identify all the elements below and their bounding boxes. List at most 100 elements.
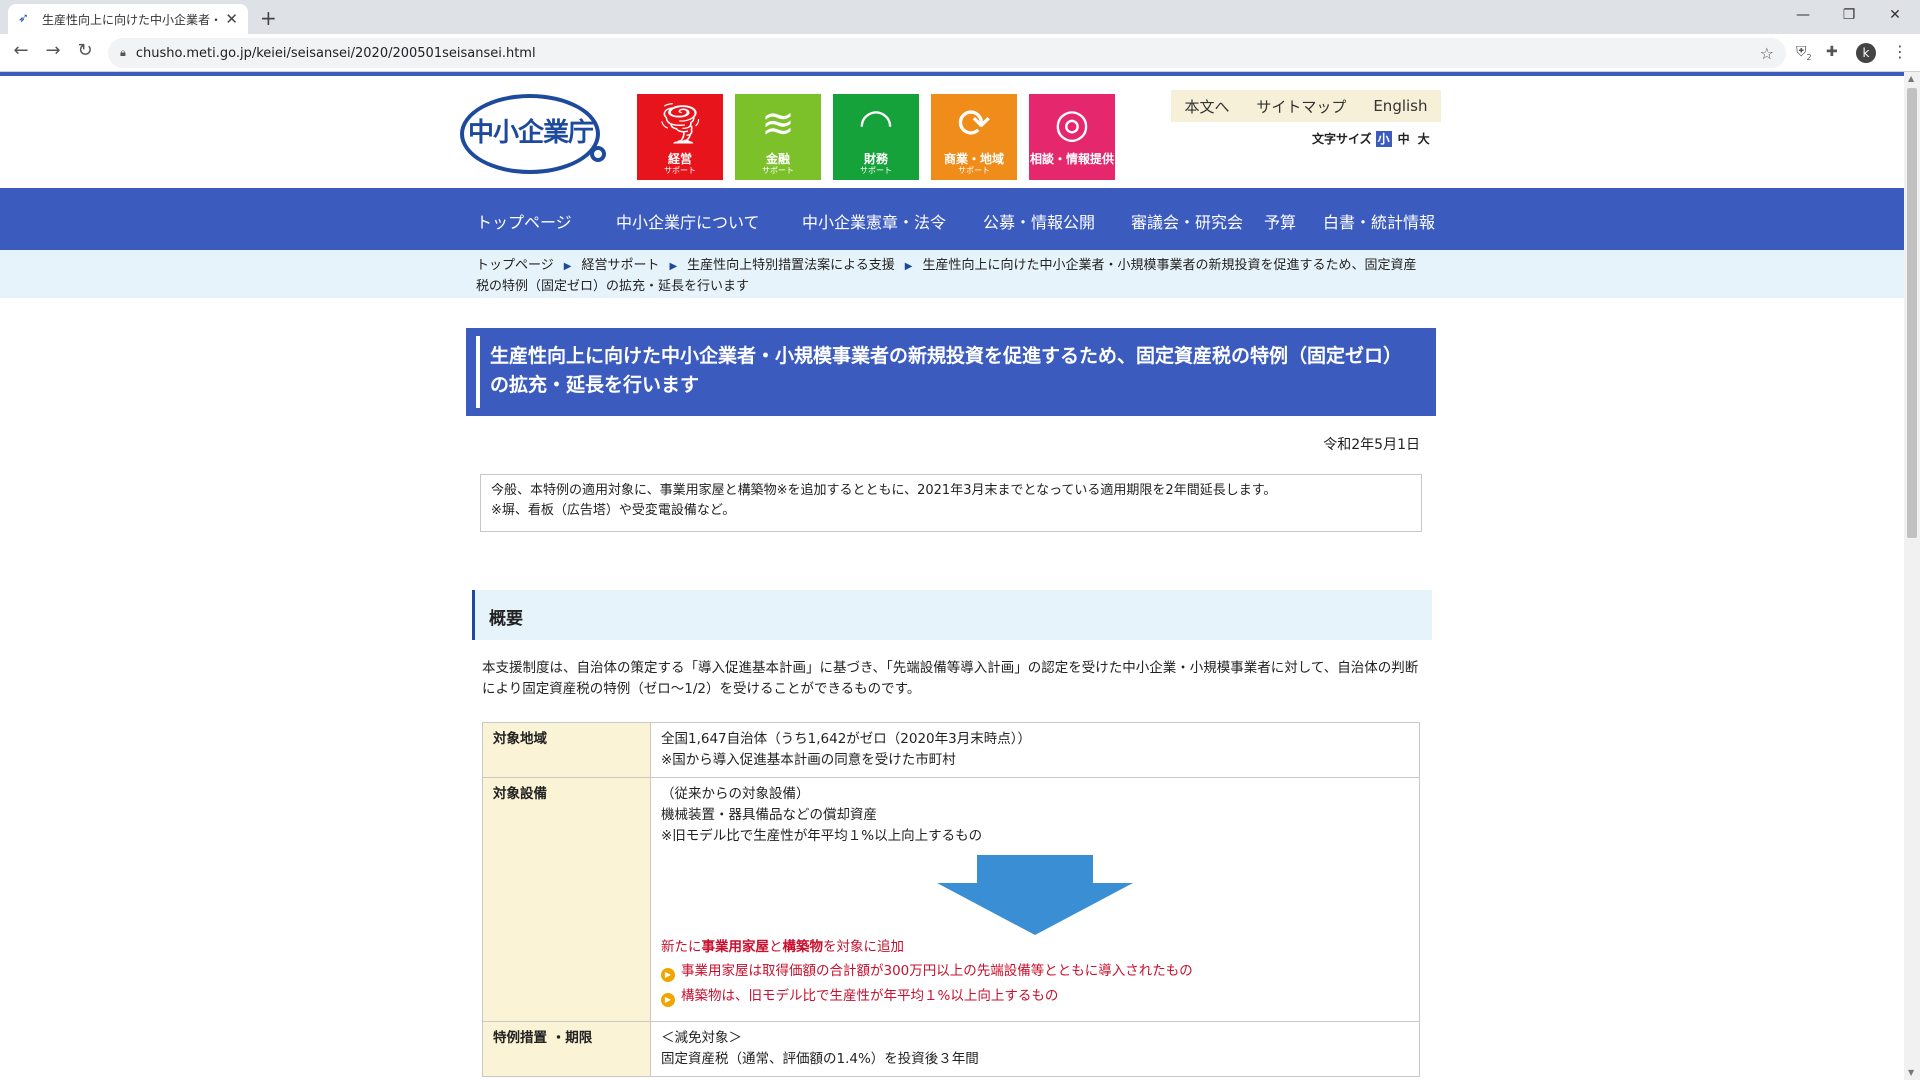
ripple-icon: ≋ bbox=[761, 101, 795, 147]
nav-charter-laws[interactable]: 中小企業憲章・法令 bbox=[802, 209, 946, 233]
tile-shogyo-support[interactable]: ⟳ 商業・地域 サポート bbox=[931, 94, 1017, 180]
text-fragment: と bbox=[769, 939, 783, 955]
font-size-medium[interactable]: 中 bbox=[1396, 131, 1412, 147]
font-size-label: 文字サイズ bbox=[1312, 132, 1372, 146]
url-input[interactable]: 🔒︎ chusho.meti.go.jp/keiei/seisansei/202… bbox=[108, 38, 1786, 68]
text-fragment: 新たに bbox=[661, 939, 702, 955]
row-cell: （従来からの対象設備） 機械装置・器具備品などの償却資産 ※旧モデル比で生産性が… bbox=[650, 777, 1420, 1022]
back-icon[interactable]: ← bbox=[8, 40, 34, 61]
breadcrumb-separator-icon: ▶ bbox=[563, 261, 572, 272]
logo-text: 中小企業庁 bbox=[468, 118, 594, 148]
scroll-up-icon[interactable]: ▲ bbox=[1908, 74, 1914, 83]
extension-shield-icon[interactable]: ⛨2 bbox=[1796, 44, 1812, 62]
lock-icon[interactable]: 🔒︎ bbox=[120, 46, 126, 60]
text-fragment-bold: 事業用家屋 bbox=[701, 939, 770, 955]
breadcrumb-item[interactable]: トップページ bbox=[476, 258, 554, 273]
close-window-icon[interactable]: ✕ bbox=[1872, 2, 1918, 28]
nav-public-offering[interactable]: 公募・情報公開 bbox=[983, 209, 1095, 233]
new-tab-icon[interactable]: + bbox=[260, 6, 277, 30]
nav-councils[interactable]: 審議会・研究会 bbox=[1131, 209, 1243, 233]
tile-zaimu-support[interactable]: ◠ 財務 サポート bbox=[833, 94, 919, 180]
site-logo[interactable]: 中小企業庁 bbox=[460, 94, 610, 174]
tile-label: 金融 bbox=[765, 152, 790, 166]
close-tab-icon[interactable]: ✕ bbox=[225, 10, 238, 28]
link-english[interactable]: English bbox=[1373, 97, 1427, 115]
row-header: 特例措置 ・期限 bbox=[482, 1021, 651, 1077]
notice-note: ※塀、看板（広告塔）や受変電設備など。 bbox=[491, 503, 736, 518]
url-text: chusho.meti.go.jp/keiei/seisansei/2020/2… bbox=[135, 45, 536, 61]
link-skip-to-content[interactable]: 本文へ bbox=[1184, 96, 1229, 117]
bookmark-star-icon[interactable]: ☆ bbox=[1760, 44, 1774, 63]
down-arrow-graphic bbox=[661, 847, 1409, 937]
table-row: 対象地域 全国1,647自治体（うち1,642がゼロ（2020年3月末時点）） … bbox=[482, 722, 1420, 778]
publish-date: 令和2年5月1日 bbox=[1323, 437, 1420, 453]
page-viewport: 中小企業庁 🌪︎ 経営 サポート ≋ 金融 サポート ◠ 財務 サポート ⟳ 商… bbox=[0, 72, 1904, 1080]
restore-icon[interactable]: ❐ bbox=[1826, 2, 1872, 28]
cell-line: 機械装置・器具備品などの償却資産 bbox=[661, 807, 877, 823]
logo-dot bbox=[590, 146, 606, 162]
nav-whitepaper-stats[interactable]: 白書・統計情報 bbox=[1323, 209, 1435, 233]
page-title-box: 生産性向上に向けた中小企業者・小規模事業者の新規投資を促進するため、固定資産税の… bbox=[466, 328, 1436, 416]
scroll-down-icon[interactable]: ▼ bbox=[1908, 1068, 1914, 1077]
font-size-selector: 文字サイズ 小 中 大 bbox=[1312, 130, 1432, 147]
spiral-icon: ◎ bbox=[1054, 101, 1090, 147]
bullet-text: 事業用家屋は取得価額の合計額が300万円以上の先端設備等とともに導入されたもの bbox=[681, 963, 1193, 979]
text-fragment: を対象に追加 bbox=[823, 939, 904, 955]
extension-badge: 2 bbox=[1806, 52, 1812, 62]
section-heading: 概要 bbox=[472, 590, 1432, 640]
link-sitemap[interactable]: サイトマップ bbox=[1256, 96, 1346, 117]
nav-about[interactable]: 中小企業庁について bbox=[616, 209, 760, 233]
tile-kinyu-support[interactable]: ≋ 金融 サポート bbox=[735, 94, 821, 180]
notice-box: 今般、本特例の適用対象に、事業用家屋と構築物※を追加するとともに、2021年3月… bbox=[480, 474, 1422, 532]
tile-sublabel: サポート bbox=[860, 166, 892, 175]
browser-tab[interactable]: ➶ 生産性向上に向けた中小企業者・小 ✕ bbox=[8, 4, 248, 34]
row-header: 対象設備 bbox=[482, 777, 651, 1022]
menu-kebab-icon[interactable]: ⋮ bbox=[1892, 42, 1908, 61]
cell-line: （従来からの対象設備） bbox=[661, 786, 810, 802]
overview-table: 対象地域 全国1,647自治体（うち1,642がゼロ（2020年3月末時点）） … bbox=[482, 722, 1420, 1077]
tile-sublabel: サポート bbox=[762, 166, 794, 175]
tile-sodan-info[interactable]: ◎ 相談・情報提供 bbox=[1029, 94, 1115, 180]
cell-line: 全国1,647自治体（うち1,642がゼロ（2020年3月末時点）） bbox=[661, 731, 1031, 747]
tab-bar: ➶ 生産性向上に向けた中小企業者・小 ✕ + — ❐ ✕ bbox=[0, 0, 1920, 34]
breadcrumb-item[interactable]: 経営サポート bbox=[581, 258, 659, 273]
profile-avatar[interactable]: k bbox=[1856, 43, 1876, 63]
tornado-icon: 🌪︎ bbox=[654, 101, 706, 147]
tab-title: 生産性向上に向けた中小企業者・小 bbox=[42, 12, 220, 27]
tile-sublabel: サポート bbox=[958, 166, 990, 175]
scrollbar-thumb[interactable] bbox=[1907, 88, 1917, 538]
reload-icon[interactable]: ↻ bbox=[72, 40, 98, 61]
nav-top-page[interactable]: トップページ bbox=[476, 209, 572, 233]
row-cell: 全国1,647自治体（うち1,642がゼロ（2020年3月末時点）） ※国から導… bbox=[650, 722, 1420, 778]
row-header: 対象地域 bbox=[482, 722, 651, 778]
tile-sublabel: サポート bbox=[664, 166, 696, 175]
bullet-arrow-icon: ▶ bbox=[661, 968, 675, 982]
cell-line: 固定資産税（通常、評価額の1.4%）を投資後３年間 bbox=[661, 1051, 979, 1067]
minimize-icon[interactable]: — bbox=[1780, 2, 1826, 28]
font-size-large[interactable]: 大 bbox=[1416, 131, 1432, 147]
cell-line: ※国から導入促進基本計画の同意を受けた市町村 bbox=[661, 752, 956, 768]
section-title: 概要 bbox=[489, 609, 523, 629]
page-title: 生産性向上に向けた中小企業者・小規模事業者の新規投資を促進するため、固定資産税の… bbox=[490, 345, 1403, 396]
forward-icon[interactable]: → bbox=[40, 40, 66, 61]
extensions-puzzle-icon[interactable]: ✚ bbox=[1826, 44, 1838, 60]
row-cell: ＜減免対象＞ 固定資産税（通常、評価額の1.4%）を投資後３年間 bbox=[650, 1021, 1420, 1077]
text-fragment-bold: 構築物 bbox=[782, 939, 824, 955]
nav-budget[interactable]: 予算 bbox=[1264, 209, 1296, 233]
cell-line: ※旧モデル比で生産性が年平均１%以上向上するもの bbox=[661, 828, 983, 844]
breadcrumb-separator-icon: ▶ bbox=[669, 261, 678, 272]
vertical-scrollbar[interactable]: ▲ ▼ bbox=[1904, 72, 1920, 1080]
site-favicon-icon: ➶ bbox=[18, 11, 29, 26]
breadcrumb-item[interactable]: 生産性向上特別措置法案による支援 bbox=[687, 258, 895, 273]
breadcrumb-separator-icon: ▶ bbox=[904, 261, 913, 272]
main-nav: トップページ 中小企業庁について 中小企業憲章・法令 公募・情報公開 審議会・研… bbox=[0, 188, 1904, 250]
summary-paragraph: 本支援制度は、自治体の策定する「導入促進基本計画」に基づき、「先端設備等導入計画… bbox=[482, 660, 1419, 697]
tile-keiei-support[interactable]: 🌪︎ 経営 サポート bbox=[637, 94, 723, 180]
bullet-text: 構築物は、旧モデル比で生産性が年平均１%以上向上するもの bbox=[681, 988, 1059, 1004]
tile-label: 商業・地域 bbox=[943, 152, 1004, 166]
down-arrow-icon bbox=[937, 855, 1133, 935]
orbit-icon: ⟳ bbox=[957, 101, 991, 147]
tile-label: 経営 bbox=[667, 152, 692, 166]
cell-line: ＜減免対象＞ bbox=[661, 1030, 742, 1046]
font-size-small[interactable]: 小 bbox=[1375, 130, 1392, 147]
